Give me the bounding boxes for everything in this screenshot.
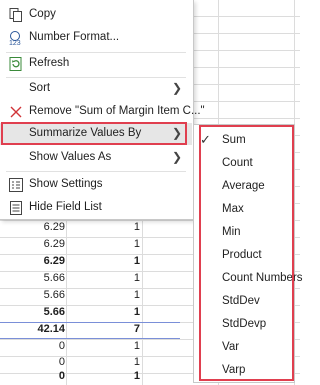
- chevron-right-icon: ❯: [172, 150, 183, 164]
- remove-x-icon: [8, 104, 24, 120]
- cell-value[interactable]: 6.29: [0, 255, 65, 267]
- cell-value[interactable]: 42.14: [0, 323, 65, 335]
- table-row: 42.14 7: [0, 322, 175, 338]
- refresh-icon: [8, 56, 24, 72]
- table-row: 5.66 1: [0, 271, 175, 287]
- cell-value[interactable]: 5.66: [0, 272, 65, 284]
- menu-item-label: Show Values As: [29, 151, 112, 163]
- field-list-icon: [8, 200, 24, 216]
- table-row: 0 1: [0, 339, 175, 355]
- cell-value[interactable]: 6.29: [0, 221, 65, 233]
- table-row: 0 1: [0, 369, 175, 385]
- cell-count[interactable]: 1: [72, 356, 140, 368]
- highlight-box-menu: [1, 122, 187, 145]
- menu-item-label: Sort: [29, 82, 51, 94]
- table-row: 5.66 1: [0, 288, 175, 304]
- cell-count[interactable]: 1: [72, 272, 140, 284]
- cell-count[interactable]: 1: [72, 340, 140, 352]
- menu-item-label: Show Settings: [29, 178, 103, 190]
- table-row: 5.66 1: [0, 305, 175, 321]
- menu-item-label: Copy: [29, 8, 56, 20]
- table-row: 6.29 1: [0, 237, 175, 253]
- menu-item-copy[interactable]: Copy: [0, 4, 192, 26]
- table-row: 6.29 1: [0, 254, 175, 270]
- cell-value[interactable]: 5.66: [0, 289, 65, 301]
- menu-item-number-format[interactable]: 123 Number Format...: [0, 27, 192, 49]
- cell-value[interactable]: 0: [0, 340, 65, 352]
- number-format-icon: 123: [8, 30, 24, 47]
- cell-value[interactable]: 5.66: [0, 306, 65, 318]
- highlight-box-submenu: [199, 125, 294, 381]
- chevron-right-icon: ❯: [172, 81, 183, 95]
- cell-count[interactable]: 1: [72, 306, 140, 318]
- cell-count[interactable]: 1: [72, 289, 140, 301]
- cell-value[interactable]: 6.29: [0, 238, 65, 250]
- settings-icon: [8, 177, 24, 193]
- cell-count[interactable]: 1: [72, 255, 140, 267]
- menu-item-show-settings[interactable]: Show Settings: [0, 174, 192, 196]
- copy-icon: [8, 7, 24, 23]
- cell-count[interactable]: 1: [72, 370, 140, 382]
- menu-item-label: Refresh: [29, 57, 70, 69]
- menu-item-show-values-as[interactable]: Show Values As ❯: [0, 147, 192, 169]
- svg-text:123: 123: [9, 40, 21, 46]
- menu-item-label: Remove "Sum of Margin Item C...": [29, 105, 205, 117]
- menu-item-label: Hide Field List: [29, 201, 102, 213]
- menu-item-label: Number Format...: [29, 31, 120, 43]
- cell-value[interactable]: 0: [0, 356, 65, 368]
- menu-item-sort[interactable]: Sort ❯: [0, 78, 192, 100]
- table-row: 6.29 1: [0, 220, 175, 236]
- cell-count[interactable]: 7: [72, 323, 140, 335]
- context-menu: Copy 123 Number Format... Refresh Sort ❯…: [0, 0, 205, 220]
- menu-item-remove[interactable]: Remove "Sum of Margin Item C...": [0, 101, 205, 123]
- cell-value[interactable]: 0: [0, 370, 65, 382]
- menu-item-hide-field-list[interactable]: Hide Field List: [0, 197, 192, 219]
- menu-item-refresh[interactable]: Refresh: [0, 53, 192, 75]
- cell-count[interactable]: 1: [72, 238, 140, 250]
- menu-separator: [6, 171, 186, 172]
- cell-count[interactable]: 1: [72, 221, 140, 233]
